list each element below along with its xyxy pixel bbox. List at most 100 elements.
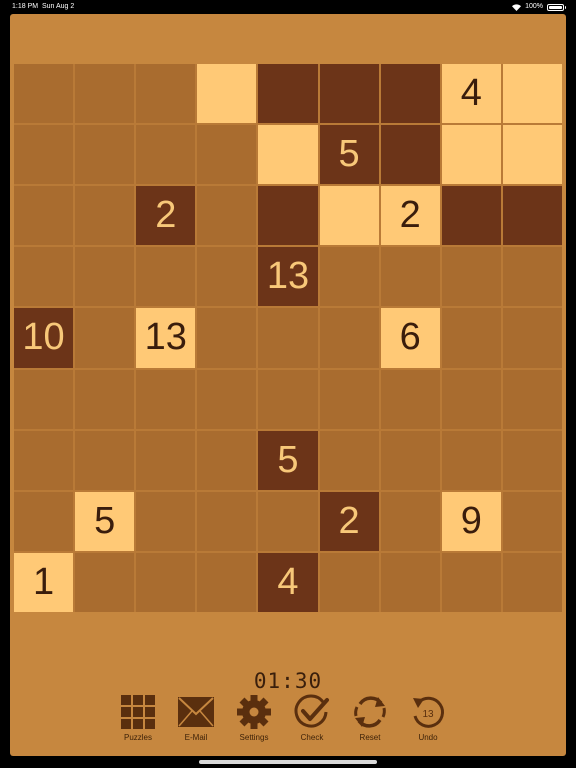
board-cell[interactable]: 2 [380, 186, 440, 246]
board-cell[interactable] [75, 186, 135, 246]
board-cell[interactable] [502, 64, 562, 124]
toolbar-label: E-Mail [184, 733, 208, 742]
board-cell[interactable]: 1 [14, 552, 74, 612]
board-cell[interactable] [319, 186, 379, 246]
board-cell[interactable] [380, 369, 440, 429]
board-cell[interactable] [502, 430, 562, 490]
board-cell[interactable] [380, 125, 440, 185]
board-cell[interactable] [14, 64, 74, 124]
board-cell[interactable] [502, 125, 562, 185]
board-cell[interactable] [197, 64, 257, 124]
board-cell[interactable] [14, 186, 74, 246]
board-cell[interactable] [380, 491, 440, 551]
board-cell[interactable] [319, 430, 379, 490]
reset-button[interactable]: Reset [350, 694, 390, 742]
board-cell[interactable] [258, 125, 318, 185]
board-cell[interactable] [380, 247, 440, 307]
board-cell[interactable] [258, 491, 318, 551]
board-cell[interactable]: 13 [136, 308, 196, 368]
undo-button[interactable]: 13 Undo [408, 694, 448, 742]
board-cell[interactable] [136, 369, 196, 429]
board-cell[interactable] [75, 552, 135, 612]
puzzle-board: 4 5 2 2 13 10 13 6 5 5 2 9 1 4 [14, 64, 562, 612]
board-cell[interactable] [502, 369, 562, 429]
status-time: 1:18 PM [12, 3, 39, 10]
board-cell[interactable]: 2 [136, 186, 196, 246]
home-indicator[interactable] [199, 760, 377, 764]
board-cell[interactable]: 2 [319, 491, 379, 551]
battery-fill [549, 5, 562, 9]
board-cell[interactable] [197, 186, 257, 246]
board-cell[interactable] [258, 186, 318, 246]
board-cell[interactable] [136, 552, 196, 612]
board-cell[interactable] [441, 552, 501, 612]
board-cell[interactable]: 4 [441, 64, 501, 124]
board-cell[interactable] [136, 64, 196, 124]
board-cell[interactable] [197, 491, 257, 551]
board-cell[interactable] [319, 308, 379, 368]
board-cell[interactable] [319, 369, 379, 429]
board-cell[interactable] [258, 64, 318, 124]
board-cell[interactable] [441, 186, 501, 246]
board-cell[interactable] [441, 125, 501, 185]
board-cell[interactable] [136, 491, 196, 551]
board-cell[interactable] [136, 430, 196, 490]
board-cell[interactable] [441, 369, 501, 429]
settings-button[interactable]: Settings [234, 694, 274, 742]
board-cell[interactable] [14, 247, 74, 307]
board-cell[interactable]: 5 [75, 491, 135, 551]
board-cell[interactable]: 4 [258, 552, 318, 612]
board-cell[interactable] [197, 247, 257, 307]
board-cell[interactable] [502, 552, 562, 612]
board-cell[interactable] [319, 64, 379, 124]
board-cell[interactable] [197, 308, 257, 368]
board-cell[interactable] [75, 308, 135, 368]
app-window: 4 5 2 2 13 10 13 6 5 5 2 9 1 4 01:30 Puzzles E-Mail Set… [10, 14, 566, 756]
board-cell[interactable] [380, 552, 440, 612]
toolbar-label: Check [300, 733, 324, 742]
board-cell[interactable]: 10 [14, 308, 74, 368]
board-cell[interactable] [75, 430, 135, 490]
board-cell[interactable] [197, 125, 257, 185]
board-cell[interactable] [136, 247, 196, 307]
board-cell[interactable] [75, 247, 135, 307]
check-button[interactable]: Check [292, 694, 332, 742]
board-cell[interactable] [502, 247, 562, 307]
board-cell[interactable] [75, 64, 135, 124]
board-cell[interactable]: 9 [441, 491, 501, 551]
board-cell[interactable] [502, 308, 562, 368]
checkmark-icon [293, 694, 331, 730]
board-cell[interactable] [14, 430, 74, 490]
timer: 01:30 [253, 669, 323, 693]
board-cell[interactable] [136, 125, 196, 185]
board-cell[interactable] [14, 125, 74, 185]
board-cell[interactable] [441, 247, 501, 307]
board-cell[interactable] [258, 308, 318, 368]
board-cell[interactable] [75, 369, 135, 429]
board-cell[interactable]: 6 [380, 308, 440, 368]
status-right: 100% [512, 0, 566, 14]
board-cell[interactable] [502, 186, 562, 246]
board-cell[interactable] [258, 369, 318, 429]
board-cell[interactable] [14, 369, 74, 429]
board-cell[interactable] [441, 430, 501, 490]
board-cell[interactable] [380, 430, 440, 490]
board-cell[interactable] [197, 369, 257, 429]
puzzles-button[interactable]: Puzzles [118, 694, 158, 742]
board-cell[interactable] [441, 308, 501, 368]
board-cell[interactable] [197, 430, 257, 490]
board-cell[interactable]: 13 [258, 247, 318, 307]
board-cell[interactable] [502, 491, 562, 551]
board-cell[interactable] [319, 552, 379, 612]
board-cell[interactable] [380, 64, 440, 124]
reset-icon [351, 694, 389, 730]
board-cell[interactable] [319, 247, 379, 307]
board-cell[interactable] [14, 491, 74, 551]
status-date: Sun Aug 2 [41, 3, 75, 10]
board-cell[interactable]: 5 [258, 430, 318, 490]
board-cell[interactable]: 5 [319, 125, 379, 185]
board-cell[interactable] [197, 552, 257, 612]
board-cell[interactable] [75, 125, 135, 185]
gear-icon [236, 694, 272, 730]
e-mail-button[interactable]: E-Mail [176, 694, 216, 742]
